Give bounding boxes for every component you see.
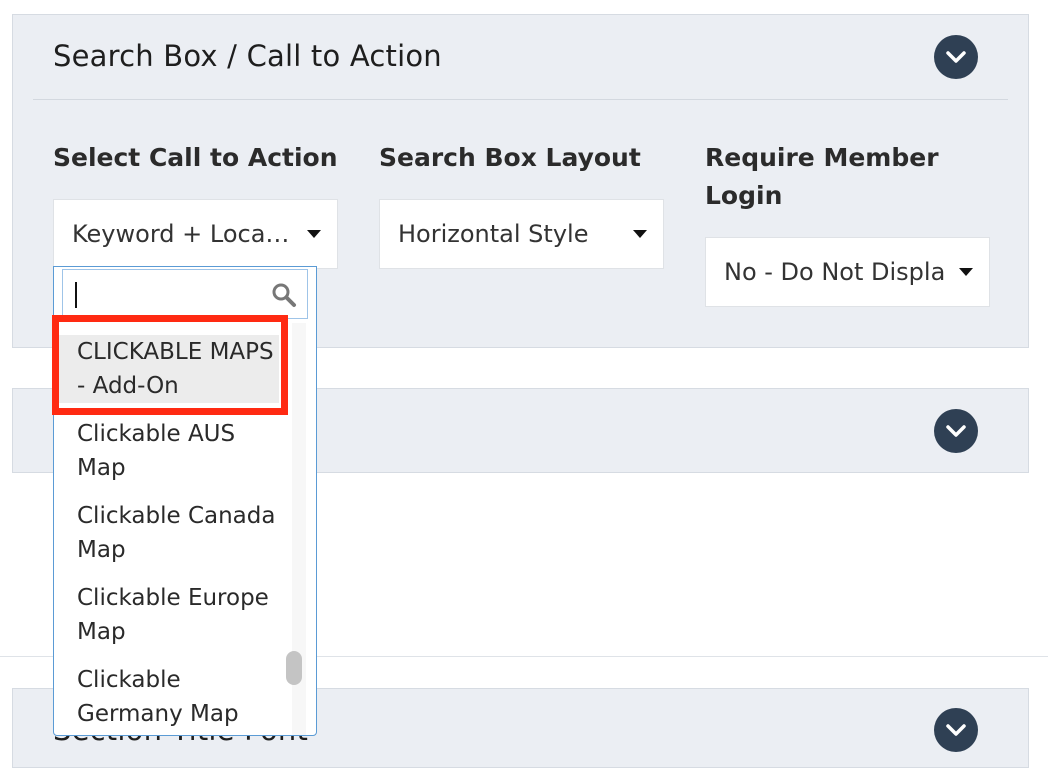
caret-down-icon: [307, 230, 321, 238]
chevron-down-icon: [946, 51, 966, 63]
expand-toggle-button[interactable]: [934, 708, 978, 752]
dropdown-option-clickable-germany-map[interactable]: Clickable Germany Map: [54, 663, 279, 731]
chevron-down-icon: [946, 724, 966, 736]
collapse-toggle-button[interactable]: [934, 35, 978, 79]
panel-title: Search Box / Call to Action: [53, 39, 442, 73]
search-box-layout-select[interactable]: Horizontal Style: [379, 199, 664, 269]
call-to-action-select[interactable]: Keyword + Loca…: [53, 199, 338, 269]
dropdown-search-input[interactable]: [62, 269, 308, 319]
dropdown-option-clickable-maps-addon[interactable]: CLICKABLE MAPS - Add-On: [54, 335, 279, 403]
member-login-value: No - Do Not Displa: [724, 258, 946, 286]
text-cursor: [75, 282, 77, 308]
call-to-action-value: Keyword + Loca…: [72, 220, 290, 248]
dropdown-scrollbar-thumb[interactable]: [286, 651, 302, 685]
call-to-action-label: Select Call to Action: [53, 143, 338, 172]
chevron-down-icon: [946, 425, 966, 437]
search-box-layout-label: Search Box Layout: [379, 143, 641, 172]
member-login-label: Require Member Login: [705, 143, 939, 210]
panel-divider: [33, 99, 1008, 100]
member-login-select[interactable]: No - Do Not Displa: [705, 237, 990, 307]
dropdown-option-clickable-canada-map[interactable]: Clickable Canada Map: [54, 499, 279, 567]
search-box-layout-value: Horizontal Style: [398, 220, 589, 248]
dropdown-option-clickable-europe-map[interactable]: Clickable Europe Map: [54, 581, 279, 649]
caret-down-icon: [959, 268, 973, 276]
call-to-action-dropdown: CLICKABLE MAPS - Add-On Clickable AUS Ma…: [53, 266, 317, 736]
dropdown-option-clickable-aus-map[interactable]: Clickable AUS Map: [54, 417, 279, 485]
expand-toggle-button[interactable]: [934, 409, 978, 453]
caret-down-icon: [633, 230, 647, 238]
search-icon: [272, 283, 296, 307]
